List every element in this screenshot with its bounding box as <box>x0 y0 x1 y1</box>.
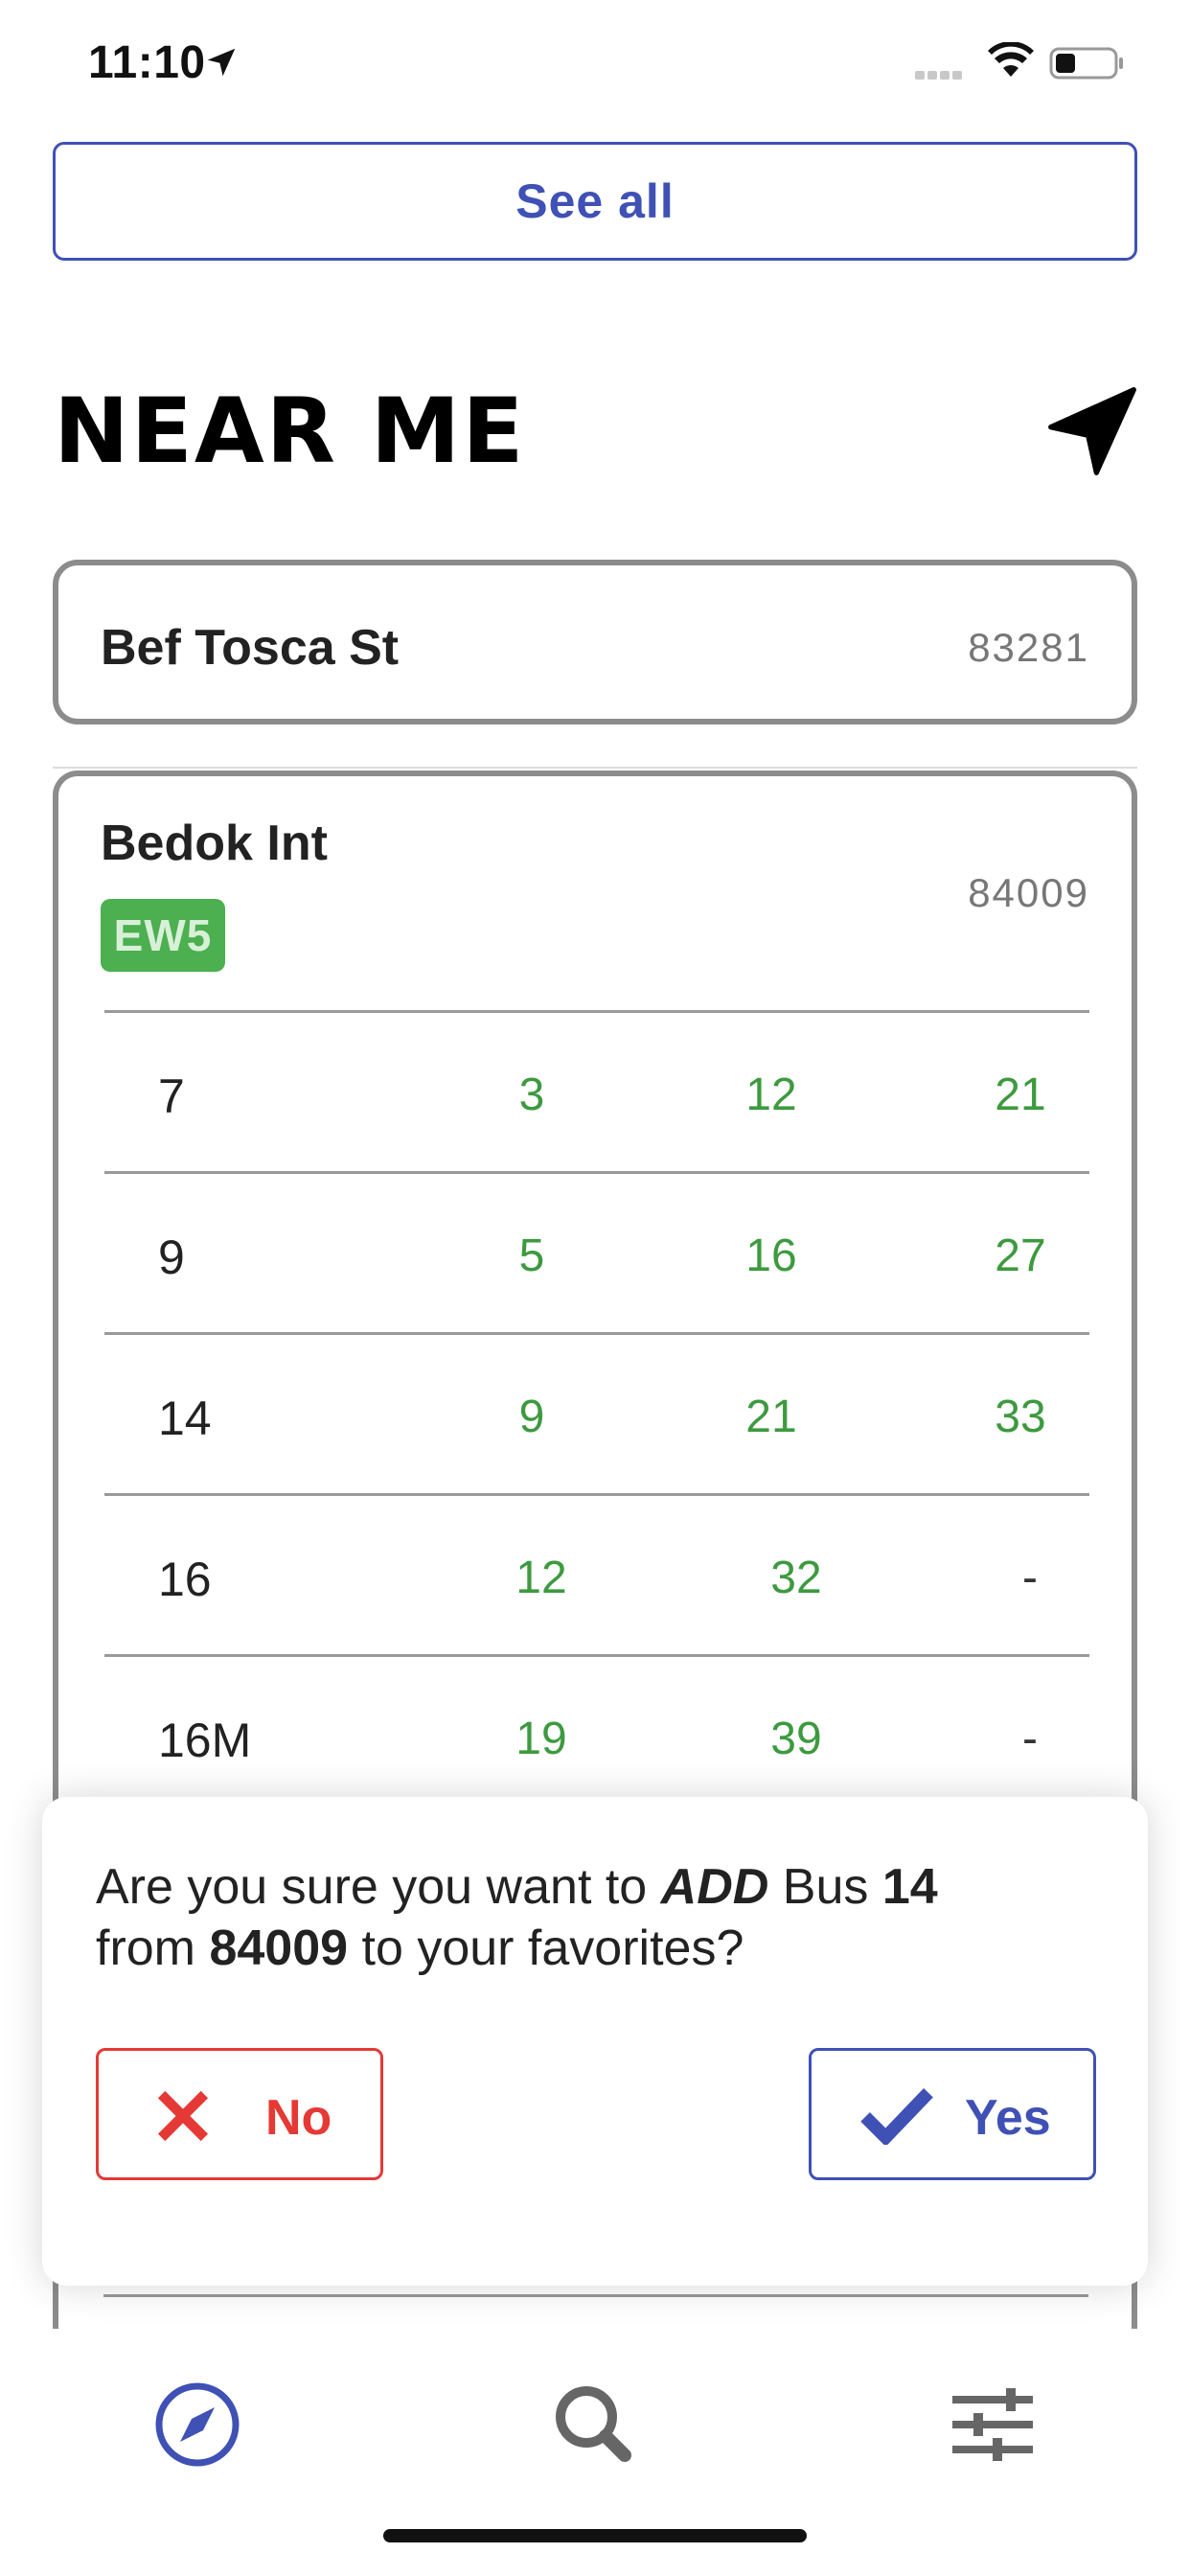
bus-service-number: 16 <box>158 1552 212 1606</box>
eta-first: 5 <box>518 1230 545 1281</box>
divider <box>53 767 1137 769</box>
stop-name: Bedok Int <box>101 816 328 871</box>
eta-third: 27 <box>995 1230 1046 1281</box>
dialog-text-part: to your favorites? <box>348 1920 744 1976</box>
eta-first: 19 <box>515 1714 567 1764</box>
status-time: 11:10 <box>88 37 206 88</box>
eta-second: 21 <box>745 1392 797 1442</box>
navigation-arrow-icon[interactable] <box>1042 381 1142 481</box>
compass-icon[interactable] <box>140 2367 255 2482</box>
location-arrow-icon <box>207 48 236 77</box>
eta-third: 33 <box>995 1392 1046 1442</box>
no-label: No <box>265 2090 332 2146</box>
table-row[interactable]: 16 12 32 - <box>104 1493 1089 1654</box>
bus-service-number: 7 <box>158 1070 185 1123</box>
dialog-bus-number: 14 <box>881 1859 938 1915</box>
eta-third: - <box>1022 1714 1038 1764</box>
stop-card-expanded[interactable]: Bedok Int 84009 EW5 7 3 12 21 9 5 16 27 … <box>53 770 1137 2576</box>
table-row[interactable]: 7 3 12 21 <box>104 1010 1089 1171</box>
mrt-station-badge: EW5 <box>101 899 225 972</box>
eta-third: - <box>1022 1552 1038 1603</box>
bus-service-number: 14 <box>158 1392 212 1445</box>
yes-button[interactable]: Yes <box>809 2048 1096 2180</box>
stop-card[interactable]: Bef Tosca St 83281 <box>53 560 1137 724</box>
status-bar: 11:10 <box>0 0 1190 125</box>
bus-service-number: 9 <box>158 1230 185 1284</box>
cellular-signal-icon <box>915 67 965 84</box>
divider <box>103 2294 1088 2297</box>
check-icon <box>860 2088 933 2145</box>
dialog-message: Are you sure you want to ADD Bus 14 from … <box>96 1856 1092 1979</box>
dialog-text-part: Bus <box>768 1859 882 1915</box>
stop-name: Bef Tosca St <box>101 620 400 676</box>
sliders-icon[interactable] <box>935 2367 1050 2482</box>
dialog-text-part: from <box>96 1920 210 1976</box>
dialog-text-part: Are you sure you want to <box>96 1859 661 1915</box>
see-all-label: See all <box>515 174 675 228</box>
no-button[interactable]: No <box>96 2048 383 2180</box>
table-row[interactable]: 14 9 21 33 <box>104 1332 1089 1493</box>
bus-service-number: 16M <box>158 1714 252 1767</box>
stop-code: 83281 <box>968 625 1089 670</box>
eta-third: 21 <box>995 1070 1046 1120</box>
eta-first: 3 <box>518 1070 545 1120</box>
confirm-favorite-dialog: Are you sure you want to ADD Bus 14 from … <box>42 1797 1148 2286</box>
close-icon <box>157 2090 209 2142</box>
dialog-stop-code: 84009 <box>209 1920 349 1976</box>
home-indicator[interactable] <box>383 2529 807 2542</box>
eta-first: 9 <box>518 1392 545 1442</box>
dialog-action-word: ADD <box>660 1859 769 1915</box>
wifi-icon <box>988 42 1034 77</box>
near-me-title: NEAR ME <box>54 380 526 484</box>
search-icon[interactable] <box>537 2367 652 2482</box>
battery-icon <box>1049 47 1123 80</box>
stop-code: 84009 <box>968 870 1089 915</box>
see-all-button[interactable]: See all <box>53 142 1137 261</box>
eta-first: 12 <box>515 1552 567 1603</box>
table-row[interactable]: 9 5 16 27 <box>104 1171 1089 1332</box>
eta-second: 39 <box>770 1714 822 1764</box>
bus-arrivals-table: 7 3 12 21 9 5 16 27 14 9 21 33 16 12 32 … <box>104 1010 1089 1815</box>
eta-second: 32 <box>770 1552 822 1603</box>
eta-second: 12 <box>745 1070 797 1120</box>
table-row[interactable]: 16M 19 39 - <box>104 1654 1089 1815</box>
eta-second: 16 <box>745 1230 797 1281</box>
yes-label: Yes <box>965 2090 1051 2146</box>
